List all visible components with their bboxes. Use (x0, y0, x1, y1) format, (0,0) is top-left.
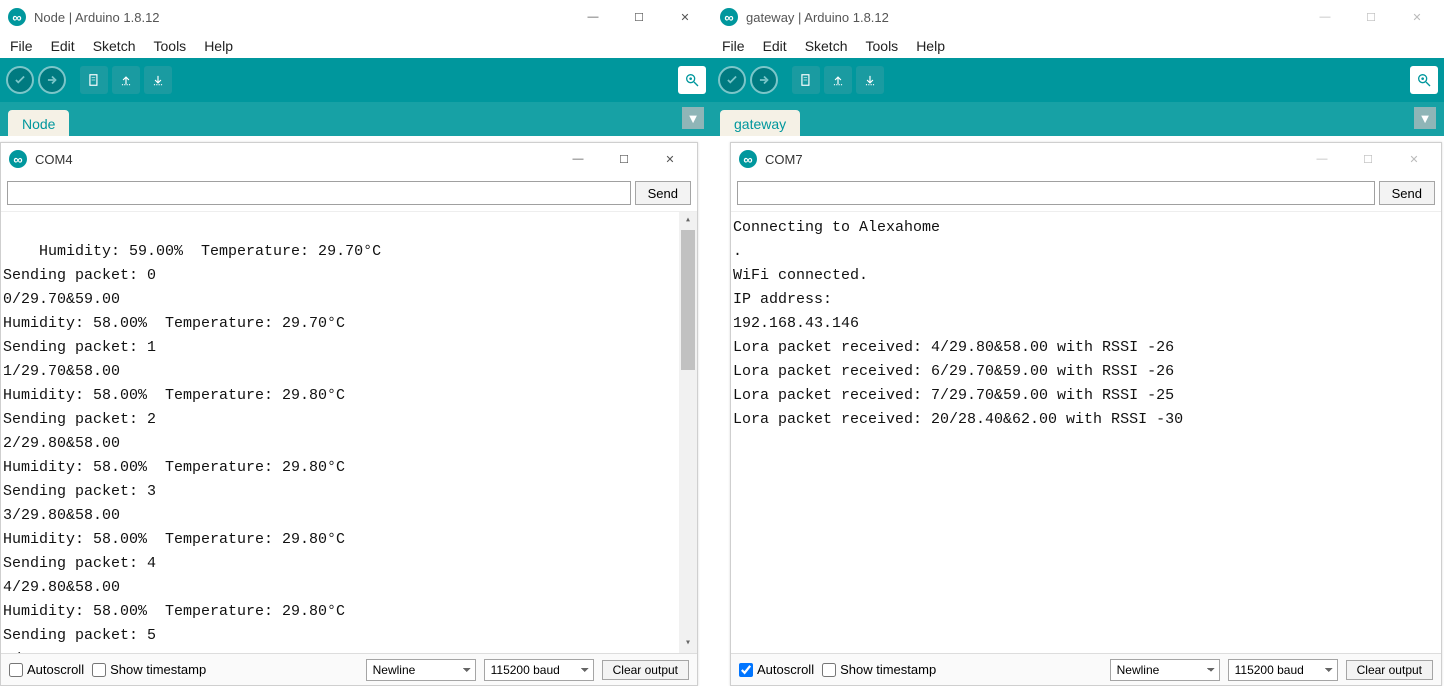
tab-menu-button[interactable]: ▼ (682, 107, 704, 129)
line-ending-select[interactable]: Newline (366, 659, 476, 681)
verify-button[interactable] (6, 66, 34, 94)
send-button[interactable]: Send (1379, 181, 1435, 205)
send-button[interactable]: Send (635, 181, 691, 205)
clear-output-button[interactable]: Clear output (1346, 660, 1433, 680)
maximize-button[interactable]: ☐ (1348, 2, 1394, 32)
timestamp-label: Show timestamp (110, 662, 206, 677)
clear-output-button[interactable]: Clear output (602, 660, 689, 680)
toolbar (0, 58, 712, 102)
upload-button[interactable] (38, 66, 66, 94)
scrollbar-thumb[interactable] (681, 230, 695, 370)
close-button[interactable]: ✕ (1394, 2, 1440, 32)
toolbar (712, 58, 1444, 102)
scroll-up-icon[interactable]: ▴ (679, 212, 697, 230)
menu-sketch[interactable]: Sketch (797, 36, 856, 56)
maximize-button[interactable]: ☐ (616, 2, 662, 32)
scrollbar[interactable]: ▴ ▾ (679, 212, 697, 653)
timestamp-checkbox[interactable]: Show timestamp (822, 662, 936, 677)
autoscroll-checkbox[interactable]: Autoscroll (739, 662, 814, 677)
serial-titlebar[interactable]: COM4 — ☐ ✕ (1, 143, 697, 175)
scroll-down-icon[interactable]: ▾ (679, 635, 697, 653)
titlebar[interactable]: Node | Arduino 1.8.12 — ☐ ✕ (0, 0, 712, 34)
serial-titlebar[interactable]: COM7 — ☐ ✕ (731, 143, 1441, 175)
serial-output[interactable]: Humidity: 59.00% Temperature: 29.70°C Se… (1, 212, 697, 653)
save-sketch-button[interactable] (144, 66, 172, 94)
window-title: gateway | Arduino 1.8.12 (746, 10, 889, 25)
serial-input[interactable] (737, 181, 1375, 205)
autoscroll-checkbox[interactable]: Autoscroll (9, 662, 84, 677)
menu-tools[interactable]: Tools (858, 36, 907, 56)
timestamp-input[interactable] (822, 663, 836, 677)
maximize-button[interactable]: ☐ (601, 144, 647, 174)
minimize-button[interactable]: — (1302, 2, 1348, 32)
timestamp-label: Show timestamp (840, 662, 936, 677)
serial-port-label: COM4 (35, 152, 73, 167)
tab-menu-button[interactable]: ▼ (1414, 107, 1436, 129)
serial-monitor-button[interactable] (1410, 66, 1438, 94)
autoscroll-label: Autoscroll (27, 662, 84, 677)
close-button[interactable]: ✕ (647, 144, 693, 174)
serial-footer: Autoscroll Show timestamp Newline 115200… (1, 653, 697, 685)
minimize-button[interactable]: — (1299, 144, 1345, 174)
minimize-button[interactable]: — (555, 144, 601, 174)
arduino-logo-icon (739, 150, 757, 168)
timestamp-input[interactable] (92, 663, 106, 677)
titlebar[interactable]: gateway | Arduino 1.8.12 — ☐ ✕ (712, 0, 1444, 34)
new-sketch-button[interactable] (80, 66, 108, 94)
autoscroll-input[interactable] (9, 663, 23, 677)
close-button[interactable]: ✕ (662, 2, 708, 32)
verify-button[interactable] (718, 66, 746, 94)
arduino-logo-icon (9, 150, 27, 168)
serial-output[interactable]: Connecting to Alexahome . WiFi connected… (731, 212, 1441, 653)
sketch-tab-bar: Node ▼ (0, 102, 712, 136)
baud-select[interactable]: 115200 baud (1228, 659, 1338, 681)
open-sketch-button[interactable] (824, 66, 852, 94)
autoscroll-input[interactable] (739, 663, 753, 677)
serial-input[interactable] (7, 181, 631, 205)
menu-tools[interactable]: Tools (146, 36, 195, 56)
line-ending-select[interactable]: Newline (1110, 659, 1220, 681)
arduino-logo-icon (720, 8, 738, 26)
serial-port-label: COM7 (765, 152, 803, 167)
serial-footer: Autoscroll Show timestamp Newline 115200… (731, 653, 1441, 685)
open-sketch-button[interactable] (112, 66, 140, 94)
sketch-tab[interactable]: gateway (720, 110, 800, 136)
menubar: File Edit Sketch Tools Help (712, 34, 1444, 58)
menu-file[interactable]: File (714, 36, 753, 56)
window-title: Node | Arduino 1.8.12 (34, 10, 160, 25)
menu-help[interactable]: Help (196, 36, 241, 56)
serial-monitor-com7: COM7 — ☐ ✕ Send Connecting to Alexahome … (730, 142, 1442, 686)
menu-help[interactable]: Help (908, 36, 953, 56)
upload-button[interactable] (750, 66, 778, 94)
close-button[interactable]: ✕ (1391, 144, 1437, 174)
menubar: File Edit Sketch Tools Help (0, 34, 712, 58)
menu-file[interactable]: File (2, 36, 41, 56)
arduino-logo-icon (8, 8, 26, 26)
sketch-tab-bar: gateway ▼ (712, 102, 1444, 136)
menu-edit[interactable]: Edit (755, 36, 795, 56)
timestamp-checkbox[interactable]: Show timestamp (92, 662, 206, 677)
menu-sketch[interactable]: Sketch (85, 36, 144, 56)
serial-monitor-com4: COM4 — ☐ ✕ Send Humidity: 59.00% Tempera… (0, 142, 698, 686)
baud-select[interactable]: 115200 baud (484, 659, 594, 681)
serial-monitor-button[interactable] (678, 66, 706, 94)
sketch-tab[interactable]: Node (8, 110, 69, 136)
save-sketch-button[interactable] (856, 66, 884, 94)
autoscroll-label: Autoscroll (757, 662, 814, 677)
menu-edit[interactable]: Edit (43, 36, 83, 56)
maximize-button[interactable]: ☐ (1345, 144, 1391, 174)
new-sketch-button[interactable] (792, 66, 820, 94)
minimize-button[interactable]: — (570, 2, 616, 32)
